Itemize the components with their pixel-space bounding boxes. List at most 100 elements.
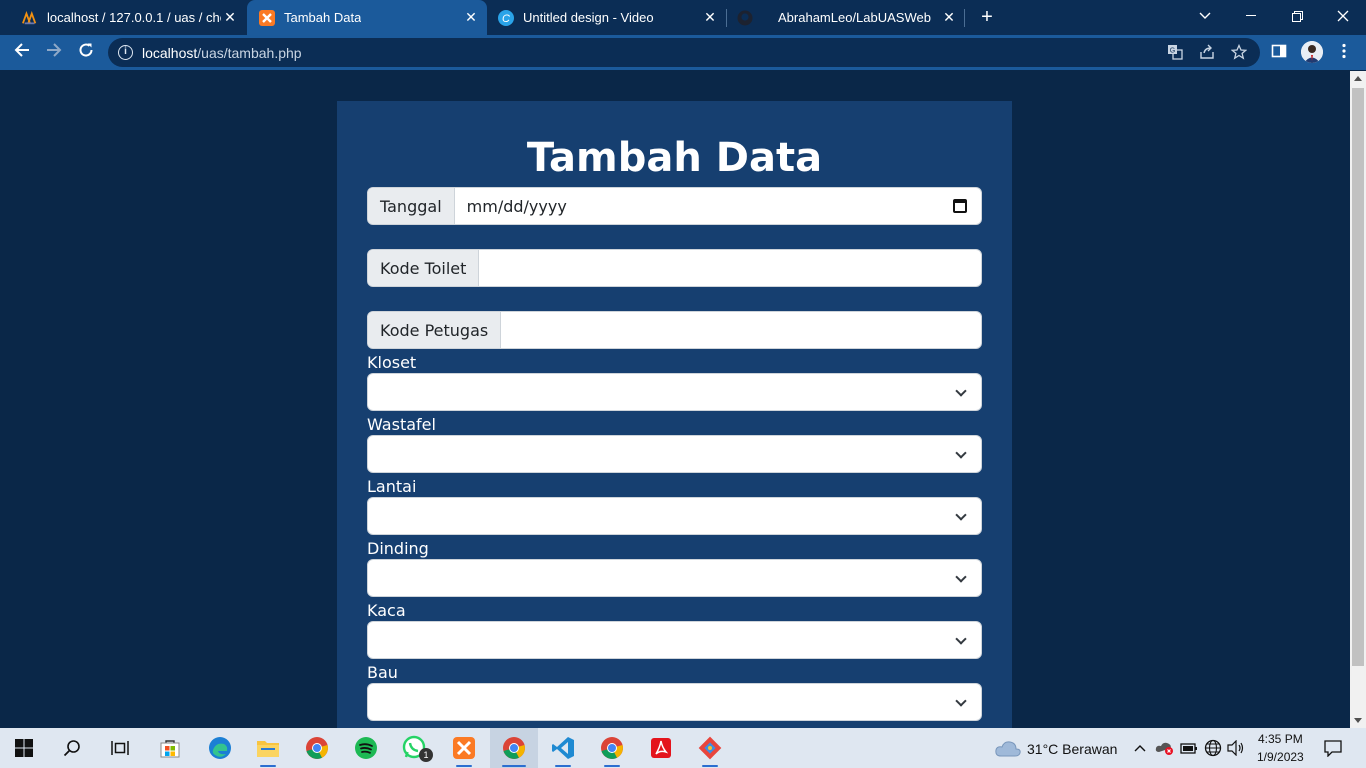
reload-icon bbox=[79, 43, 93, 57]
chevron-down-icon bbox=[955, 571, 967, 583]
close-window-button[interactable] bbox=[1320, 0, 1366, 32]
page-viewport: Tambah Data Tanggal mm/dd/yyyy Kode Toil… bbox=[0, 71, 1350, 728]
whatsapp-badge: 1 bbox=[419, 748, 433, 762]
side-panel-icon bbox=[1271, 44, 1287, 58]
close-icon bbox=[1337, 10, 1349, 22]
close-tab-icon[interactable]: ✕ bbox=[222, 9, 238, 25]
close-tab-icon[interactable]: ✕ bbox=[463, 9, 479, 25]
wastafel-select[interactable] bbox=[367, 435, 982, 473]
search-button[interactable] bbox=[48, 728, 96, 768]
tab-tambah-data[interactable]: Tambah Data ✕ bbox=[247, 0, 487, 35]
address-bar[interactable]: i localhost/uas/tambah.php G bbox=[108, 38, 1260, 67]
notification-icon bbox=[1324, 740, 1342, 757]
search-icon bbox=[63, 740, 80, 757]
chrome-profile-button[interactable] bbox=[588, 728, 636, 768]
clock[interactable]: 4:35 PM 1/9/2023 bbox=[1252, 731, 1310, 765]
scroll-down-icon[interactable] bbox=[1354, 718, 1362, 723]
xampp-button[interactable] bbox=[440, 728, 488, 768]
url-text: localhost/uas/tambah.php bbox=[142, 45, 302, 61]
clock-date: 1/9/2023 bbox=[1257, 750, 1304, 764]
dinding-select[interactable] bbox=[367, 559, 982, 597]
chrome-active-button[interactable] bbox=[490, 728, 538, 768]
wastafel-label: Wastafel bbox=[367, 415, 436, 434]
task-view-button[interactable] bbox=[96, 728, 144, 768]
tab-phpmyadmin[interactable]: localhost / 127.0.0.1 / uas / check ✕ bbox=[8, 0, 246, 35]
tray-overflow-button[interactable] bbox=[1130, 728, 1150, 768]
kode-toilet-input[interactable] bbox=[479, 250, 981, 286]
tanggal-date-input[interactable]: mm/dd/yyyy bbox=[455, 188, 981, 224]
minimize-button[interactable] bbox=[1228, 0, 1274, 32]
lantai-select[interactable] bbox=[367, 497, 982, 535]
edge-button[interactable] bbox=[196, 728, 244, 768]
acrobat-icon bbox=[651, 738, 671, 758]
site-info-icon[interactable]: i bbox=[118, 45, 133, 60]
tab-canva[interactable]: C Untitled design - Video ✕ bbox=[488, 0, 726, 35]
forward-button[interactable] bbox=[42, 40, 66, 64]
battery-status[interactable] bbox=[1178, 728, 1200, 768]
running-indicator bbox=[555, 765, 571, 767]
close-tab-icon[interactable]: ✕ bbox=[702, 9, 718, 25]
volume-control[interactable] bbox=[1225, 728, 1247, 768]
running-indicator bbox=[604, 765, 620, 767]
weather-widget[interactable] bbox=[990, 728, 1026, 768]
bau-select[interactable] bbox=[367, 683, 982, 721]
running-indicator bbox=[502, 765, 526, 767]
reload-button[interactable] bbox=[74, 40, 98, 64]
restore-button[interactable] bbox=[1274, 0, 1320, 32]
battery-icon bbox=[1180, 743, 1197, 754]
new-tab-button[interactable]: + bbox=[976, 6, 998, 28]
speaker-icon bbox=[1227, 740, 1244, 756]
spotify-button[interactable] bbox=[342, 728, 390, 768]
scroll-up-icon[interactable] bbox=[1354, 76, 1362, 81]
edge-icon bbox=[209, 737, 231, 759]
kaca-select[interactable] bbox=[367, 621, 982, 659]
bau-label: Bau bbox=[367, 663, 398, 682]
back-button[interactable] bbox=[10, 40, 34, 64]
tab-title: AbrahamLeo/LabUASWeb bbox=[778, 10, 931, 25]
profile-avatar[interactable] bbox=[1301, 41, 1323, 63]
chevron-down-icon bbox=[955, 447, 967, 459]
tab-title: Untitled design - Video bbox=[523, 10, 654, 25]
microsoft-store-button[interactable] bbox=[146, 728, 194, 768]
close-tab-icon[interactable]: ✕ bbox=[941, 9, 957, 25]
folder-icon bbox=[257, 741, 279, 757]
kode-petugas-input[interactable] bbox=[501, 312, 981, 348]
kebab-menu-icon bbox=[1342, 43, 1346, 59]
xampp-icon bbox=[453, 737, 475, 759]
microsoft-store-icon bbox=[160, 740, 180, 758]
gitkraken-icon bbox=[698, 736, 722, 760]
kode-toilet-label: Kode Toilet bbox=[368, 250, 480, 286]
page-title: Tambah Data bbox=[526, 135, 823, 181]
translate-icon[interactable]: G bbox=[1166, 44, 1184, 62]
kloset-select[interactable] bbox=[367, 373, 982, 411]
scrollbar-thumb[interactable] bbox=[1352, 88, 1364, 666]
page-scrollbar[interactable] bbox=[1350, 71, 1366, 728]
start-button[interactable] bbox=[0, 728, 48, 768]
browser-menu-button[interactable] bbox=[1334, 43, 1354, 63]
windows-taskbar: 1 31°C Berawan 4:35 PM 1/9/2023 bbox=[0, 728, 1366, 768]
vscode-button[interactable] bbox=[539, 728, 587, 768]
lantai-label: Lantai bbox=[367, 477, 417, 496]
chrome-button[interactable] bbox=[293, 728, 341, 768]
bookmark-star-icon[interactable] bbox=[1230, 43, 1248, 62]
canva-icon: C bbox=[498, 9, 514, 26]
calendar-icon[interactable] bbox=[953, 199, 967, 213]
whatsapp-button[interactable]: 1 bbox=[391, 728, 439, 768]
chrome-icon bbox=[503, 737, 525, 759]
tab-search-button[interactable] bbox=[1182, 0, 1228, 32]
kode-petugas-input-group: Kode Petugas bbox=[367, 311, 982, 349]
notification-center-button[interactable] bbox=[1318, 728, 1348, 768]
tab-title: localhost / 127.0.0.1 / uas / check bbox=[47, 10, 221, 25]
dinding-label: Dinding bbox=[367, 539, 429, 558]
file-explorer-button[interactable] bbox=[244, 728, 292, 768]
tab-github[interactable]: AbrahamLeo/LabUASWeb ✕ bbox=[727, 0, 965, 35]
side-panel-button[interactable] bbox=[1269, 43, 1289, 63]
running-indicator bbox=[456, 765, 472, 767]
chevron-down-icon bbox=[955, 633, 967, 645]
network-status[interactable] bbox=[1202, 728, 1224, 768]
share-icon[interactable] bbox=[1198, 44, 1216, 62]
weather-text[interactable]: 31°C Berawan bbox=[1027, 741, 1117, 757]
onedrive-status[interactable] bbox=[1154, 728, 1176, 768]
acrobat-button[interactable] bbox=[637, 728, 685, 768]
git-app-button[interactable] bbox=[686, 728, 734, 768]
